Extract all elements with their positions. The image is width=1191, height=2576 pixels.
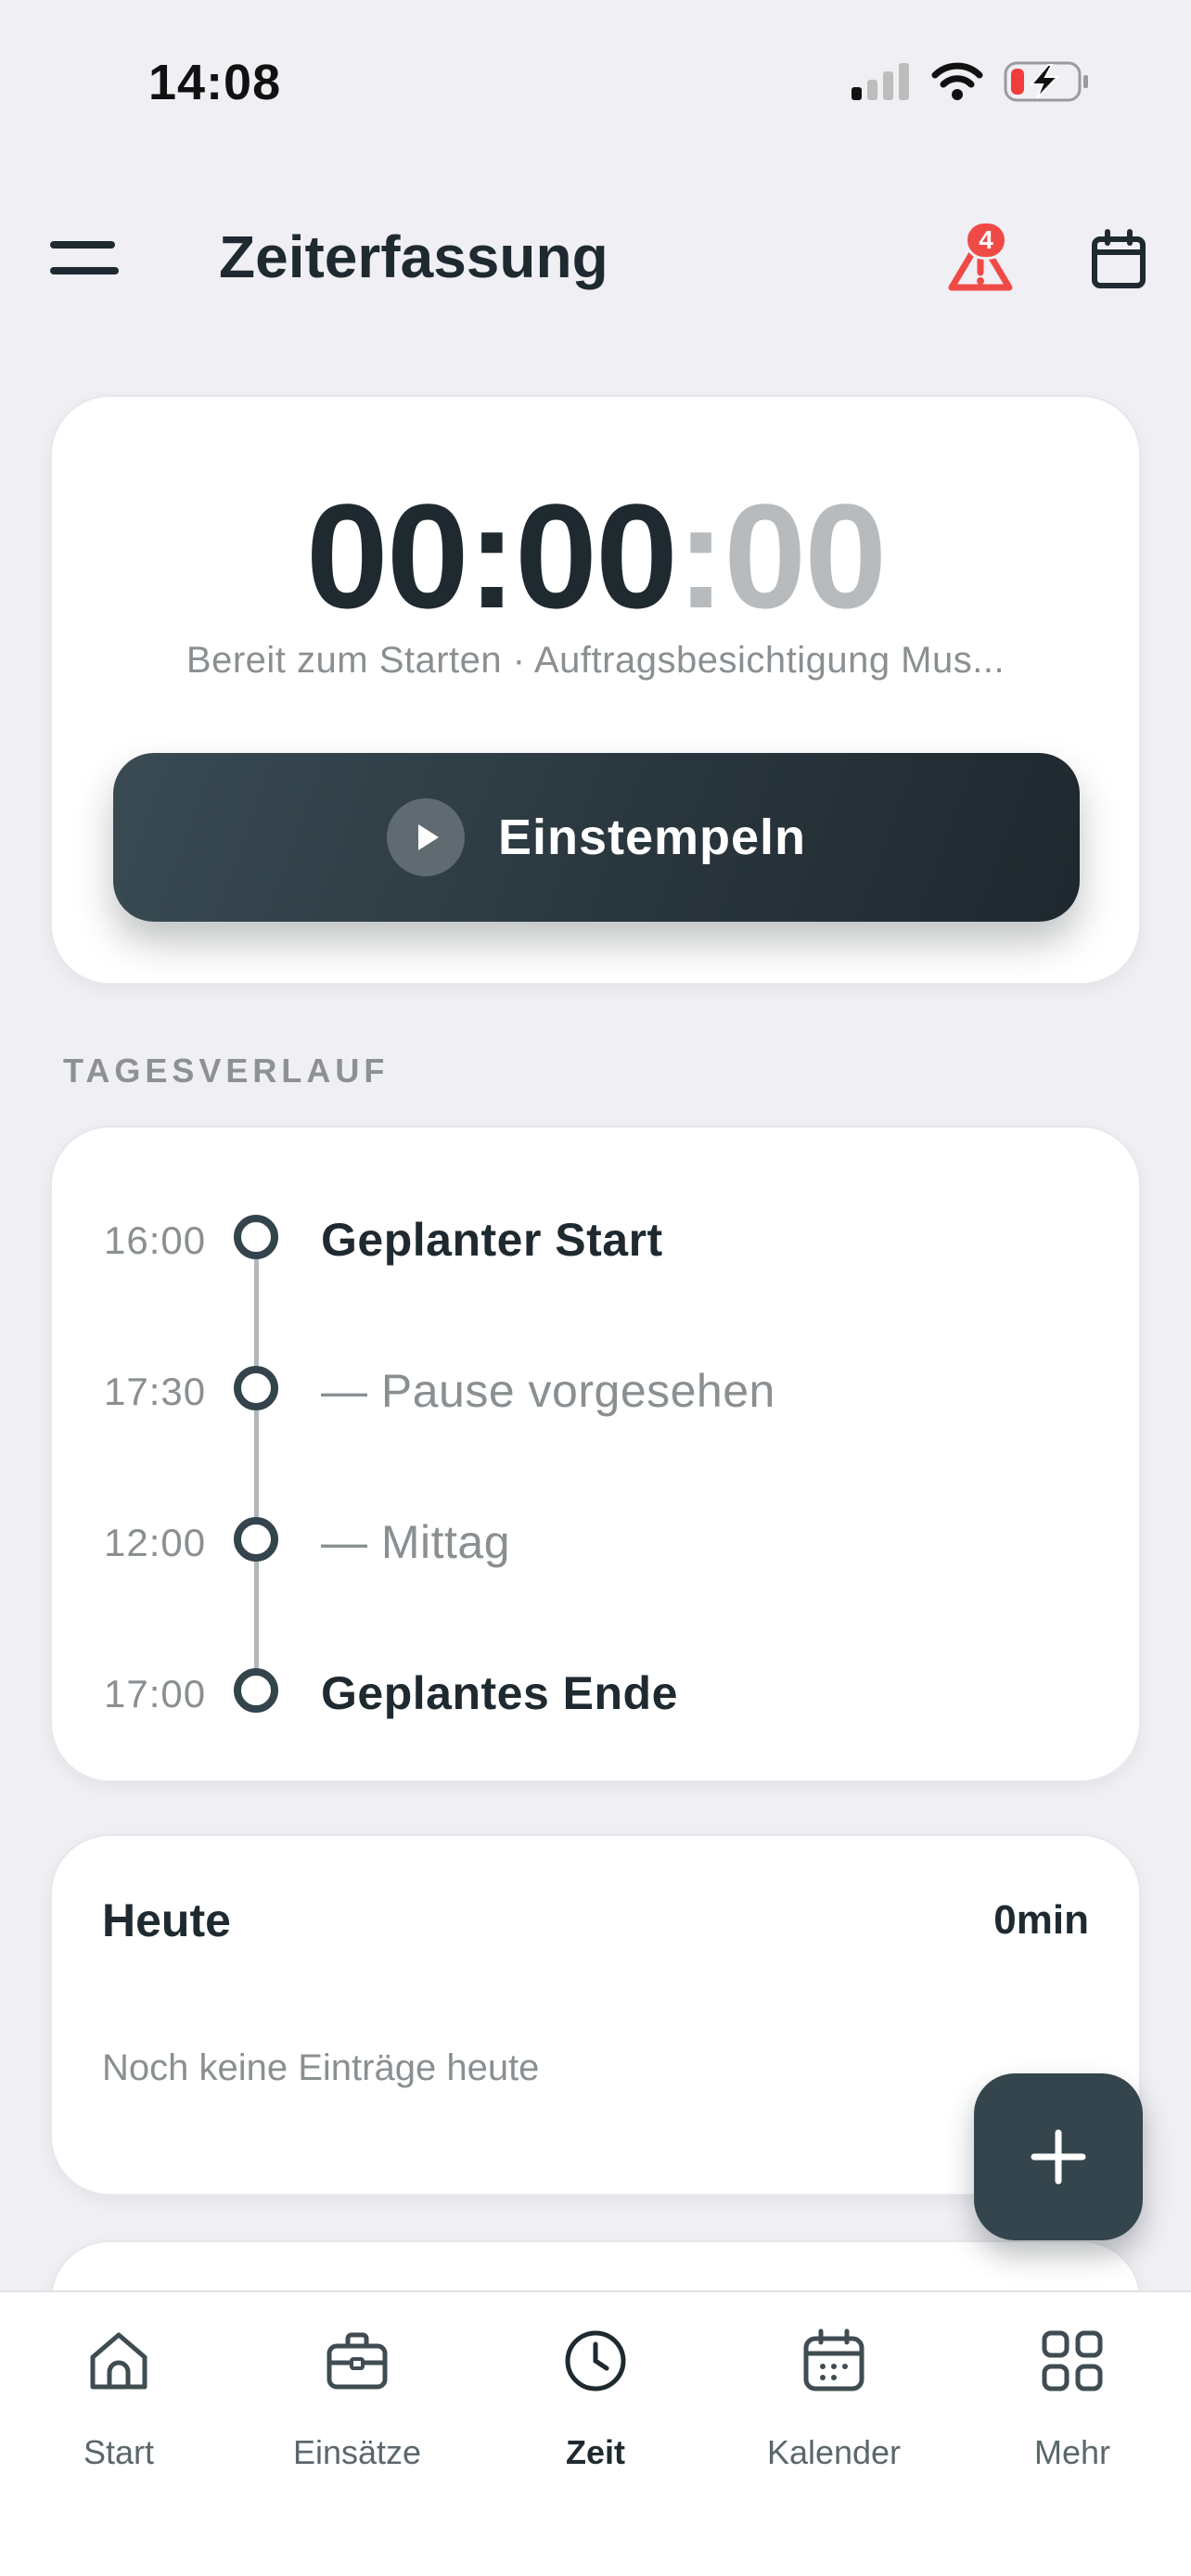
screen: 14:08 Zeiterfassung 4 00:00:00 Bereit zu… [0,0,1191,2576]
timeline-item: 16:00 Geplanter Start [52,1202,1072,1276]
tab-label: Mehr [1033,2433,1111,2471]
timeline-item: 12:00 — Mittag [52,1504,1072,1578]
timeline-dot-icon [234,1517,278,1562]
tab-label: Einsätze [292,2433,422,2471]
timeline-dot-icon [234,1366,278,1410]
timeline-line [254,1230,259,1684]
menu-button[interactable] [50,241,119,278]
timeline-time: 16:00 [104,1218,207,1262]
status-icons [852,61,1089,102]
timeline-item: 17:30 — Pause vorgesehen [52,1353,1072,1427]
briefcase-icon [327,2332,388,2390]
tab-zeit[interactable]: Zeit [503,2320,688,2478]
menu-line-icon [50,267,119,274]
timer-separator: : [675,473,725,639]
tab-einsaetze[interactable]: Einsätze [264,2320,450,2478]
signal-icon [852,63,909,100]
calendar-icon [803,2328,864,2391]
timeline-time: 12:00 [104,1521,207,1564]
clock-icon [565,2330,626,2391]
plus-icon [1031,2129,1086,2185]
grid-icon [1042,2330,1103,2391]
clock-in-label: Einstempeln [497,810,807,865]
clock-in-button[interactable]: Einstempeln [113,753,1080,922]
today-total: 0min [993,1897,1089,1943]
today-empty-text: Noch keine Einträge heute [102,2047,540,2088]
timer-seconds: 00 [724,473,887,639]
section-title-timeline: TAGESVERLAUF [63,1052,390,1090]
wifi-icon [931,62,983,100]
timer-card: 00:00:00 Bereit zum Starten · Auftragsbe… [50,395,1141,985]
timeline-dot-icon [234,1668,278,1713]
tab-label: Kalender [766,2433,902,2471]
timeline-label: Geplanter Start [321,1214,663,1266]
timeline-label: — Pause vorgesehen [321,1365,775,1417]
timer-hours-minutes: 00:00 [305,473,678,639]
timer-status: Bereit zum Starten · Auftragsbesichtigun… [186,640,1005,681]
tab-label: Start [83,2433,155,2471]
today-title: Heute [102,1894,231,1946]
timeline-time: 17:30 [104,1370,207,1413]
alert-count-badge: 4 [965,221,1007,260]
timeline-item: 17:00 Geplantes Ende [52,1655,1072,1729]
timeline-label: Geplantes Ende [321,1667,678,1719]
tab-mehr[interactable]: Mehr [980,2320,1165,2478]
timer-display: 00:00:00 [52,453,1139,660]
timeline-time: 17:00 [104,1672,207,1715]
battery-icon [1004,61,1088,102]
status-time: 14:08 [148,55,282,110]
page-title: Zeiterfassung [219,223,608,290]
tab-label: Zeit [565,2433,625,2471]
timeline-label: — Mittag [321,1516,511,1568]
calendar-icon [1092,229,1146,288]
home-icon [90,2332,147,2390]
timeline-card: 16:00 Geplanter Start 17:30 — Pause vorg… [50,1126,1141,1782]
tab-bar: Start Einsätze Zeit Kalender Mehr [0,2290,1191,2576]
play-icon [386,798,465,876]
tab-kalender[interactable]: Kalender [741,2320,927,2478]
tab-start[interactable]: Start [26,2320,211,2478]
timeline-dot-icon [234,1215,278,1259]
menu-line-icon [50,241,115,249]
add-entry-button[interactable] [974,2073,1143,2240]
calendar-button[interactable] [1085,226,1152,293]
